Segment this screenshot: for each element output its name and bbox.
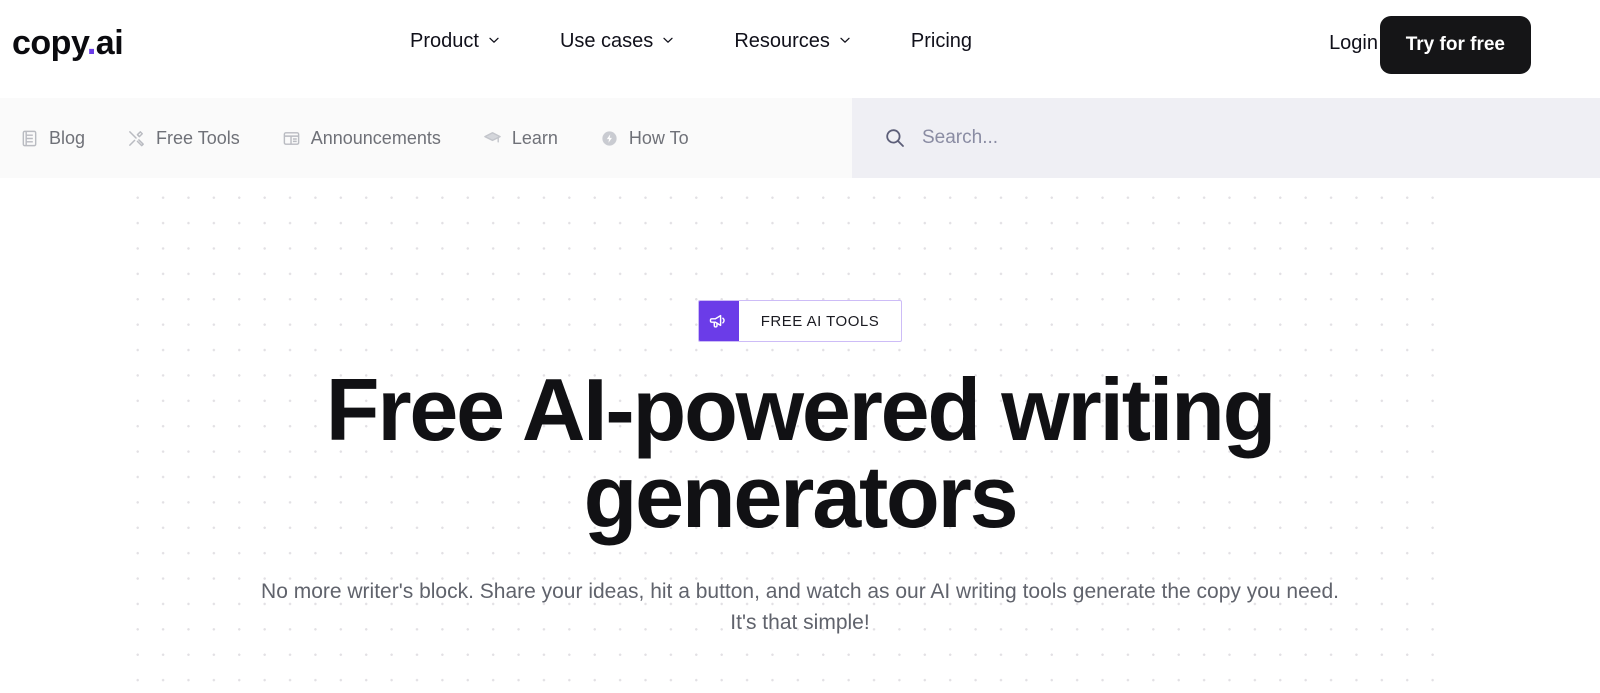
nav-item-product[interactable]: Product — [410, 30, 500, 53]
subnav-item-how-to[interactable]: How To — [600, 128, 689, 149]
search-icon — [884, 127, 906, 149]
graduation-cap-icon — [483, 129, 502, 148]
page-title: Free AI-powered writing generators — [325, 360, 1277, 547]
subnav-item-learn[interactable]: Learn — [483, 128, 558, 149]
try-for-free-button[interactable]: Try for free — [1379, 16, 1531, 74]
login-link[interactable]: Login — [1329, 32, 1378, 55]
nav-item-product-label: Product — [410, 30, 479, 52]
book-icon — [20, 129, 39, 148]
subnav-item-announcements[interactable]: Announcements — [282, 128, 441, 149]
status-badge: FREE AI TOOLS — [697, 300, 903, 342]
nav-item-use-cases[interactable]: Use cases — [560, 30, 674, 53]
brand-dot: . — [86, 24, 96, 62]
nav-item-pricing-label: Pricing — [910, 30, 973, 52]
subnav-item-blog[interactable]: Blog — [20, 128, 85, 149]
chevron-down-icon — [839, 34, 851, 46]
megaphone-icon — [698, 301, 739, 341]
tools-icon — [127, 129, 146, 148]
nav-item-use-cases-label: Use cases — [559, 30, 654, 52]
hero-subtitle: No more writer's block. Share your ideas… — [261, 580, 1339, 635]
page-root: copy.ai Product Use cases Resources Pric… — [0, 0, 1600, 693]
status-badge-label: FREE AI TOOLS — [760, 312, 880, 330]
subnav-item-learn-label: Learn — [511, 127, 558, 148]
secondary-navigation-bar: Blog Free Tools Announcements Learn How … — [0, 98, 1600, 178]
subnav-item-blog-label: Blog — [49, 127, 86, 148]
nav-item-resources[interactable]: Resources — [734, 30, 851, 53]
subnav-item-free-tools[interactable]: Free Tools — [127, 128, 240, 149]
chevron-down-icon — [488, 34, 500, 46]
primary-navigation: Product Use cases Resources Pricing — [410, 30, 972, 53]
subnav-item-how-to-label: How To — [628, 127, 689, 148]
nav-item-resources-label: Resources — [734, 30, 830, 52]
lightning-circle-icon — [600, 129, 619, 148]
brand-name-part2: ai — [95, 24, 124, 62]
layout-icon — [282, 129, 301, 148]
nav-item-pricing[interactable]: Pricing — [911, 30, 972, 53]
subnav-item-announcements-label: Announcements — [310, 127, 441, 148]
secondary-navigation: Blog Free Tools Announcements Learn How … — [0, 98, 852, 178]
hero-section: FREE AI TOOLS Free AI-powered writing ge… — [0, 178, 1600, 693]
brand-logo[interactable]: copy.ai — [12, 24, 124, 62]
search-container[interactable] — [852, 98, 1600, 178]
brand-name-part1: copy — [12, 24, 87, 62]
site-header: copy.ai Product Use cases Resources Pric… — [0, 0, 1600, 92]
search-input[interactable] — [922, 127, 1522, 149]
subnav-item-free-tools-label: Free Tools — [156, 127, 240, 148]
chevron-down-icon — [662, 34, 674, 46]
hero-content: FREE AI TOOLS Free AI-powered writing ge… — [0, 178, 1600, 693]
